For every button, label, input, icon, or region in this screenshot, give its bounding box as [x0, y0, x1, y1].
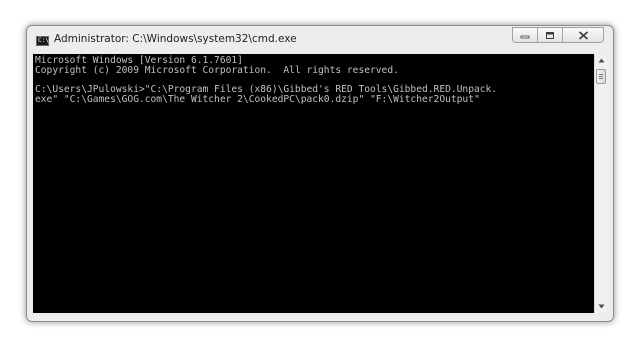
- scroll-up-button[interactable]: [595, 54, 607, 67]
- scroll-down-arrow-icon: [598, 304, 604, 309]
- close-icon: [578, 30, 588, 40]
- vertical-scrollbar[interactable]: [594, 54, 607, 313]
- close-button[interactable]: [562, 27, 604, 43]
- console-line: Copyright (c) 2009 Microsoft Corporation…: [35, 65, 399, 76]
- window-title: Administrator: C:\Windows\system32\cmd.e…: [54, 33, 297, 45]
- scroll-thumb[interactable]: [596, 69, 606, 84]
- minimize-button[interactable]: [512, 27, 537, 43]
- cmd-window: C:\ Administrator: C:\Windows\system32\c…: [26, 25, 614, 322]
- grip-line: [599, 78, 603, 79]
- grip-line: [599, 76, 603, 77]
- minimize-icon: [520, 35, 530, 39]
- console-line: exe" "C:\Games\GOG.com\The Witcher 2\Coo…: [35, 94, 480, 105]
- caption-buttons: [512, 27, 604, 43]
- console-output[interactable]: Microsoft Windows [Version 6.1.7601] Cop…: [33, 54, 594, 313]
- title-bar[interactable]: C:\ Administrator: C:\Windows\system32\c…: [27, 26, 613, 54]
- maximize-icon: [546, 31, 554, 39]
- scroll-down-button[interactable]: [595, 300, 607, 313]
- grip-line: [599, 74, 603, 75]
- scroll-up-arrow-icon: [598, 58, 604, 63]
- console-app-icon[interactable]: C:\: [36, 36, 49, 46]
- maximize-button[interactable]: [537, 27, 562, 43]
